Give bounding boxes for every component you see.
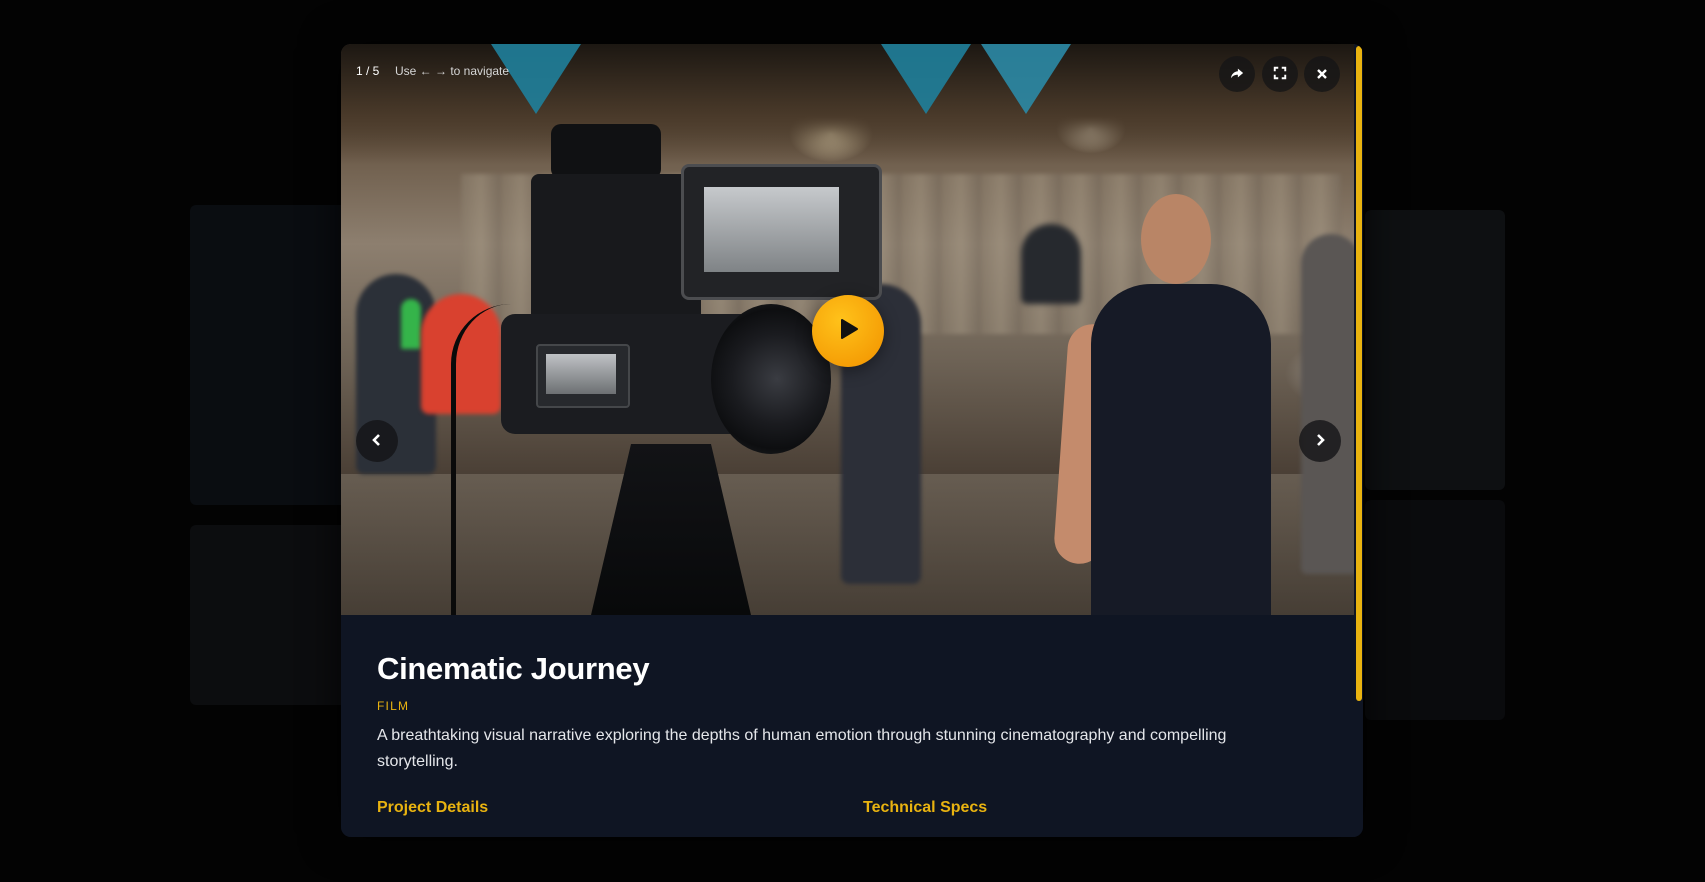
next-button[interactable] [1299,420,1341,462]
camera-monitor [681,164,882,300]
background-card [1365,210,1505,490]
previous-button[interactable] [356,420,398,462]
studio-flag [491,44,581,114]
chevron-right-icon [1313,432,1327,451]
project-description: A breathtaking visual narrative explorin… [377,727,1227,770]
camera-handle [551,124,661,179]
camera-side-monitor [536,344,630,408]
operator-head [1141,194,1211,284]
chevron-left-icon [370,432,384,451]
close-icon [1316,65,1328,84]
fullscreen-button[interactable] [1262,56,1298,92]
background-person [1301,234,1355,574]
camera-operator [1091,284,1271,615]
background-card [1365,500,1505,720]
background-camera-rig [1021,224,1081,304]
project-info-panel: Cinematic Journey FILM A breathtaking vi… [341,615,1355,837]
technical-specs-heading: Technical Specs [863,799,988,816]
share-button[interactable] [1219,56,1255,92]
project-category: FILM [377,699,410,713]
fullscreen-icon [1273,65,1287,84]
close-button[interactable] [1304,56,1340,92]
project-details-heading: Project Details [377,799,489,816]
modal-scrollbar[interactable] [1354,44,1363,837]
play-button[interactable] [812,295,884,367]
camera-top [531,174,701,324]
share-icon [1230,65,1244,84]
keyboard-hint: Use ← → to navigate [395,64,510,78]
project-title: Cinematic Journey [377,651,650,686]
play-icon [836,317,860,345]
studio-flag [981,44,1071,114]
slide-counter: 1 / 5 [356,64,380,78]
studio-flag [881,44,971,114]
background-person [401,299,421,349]
media-preview: 1 / 5 Use ← → to navigate [341,44,1355,615]
lightbox-modal: 1 / 5 Use ← → to navigate Cinematic Jour… [341,44,1363,837]
scrollbar-thumb[interactable] [1356,46,1362,701]
